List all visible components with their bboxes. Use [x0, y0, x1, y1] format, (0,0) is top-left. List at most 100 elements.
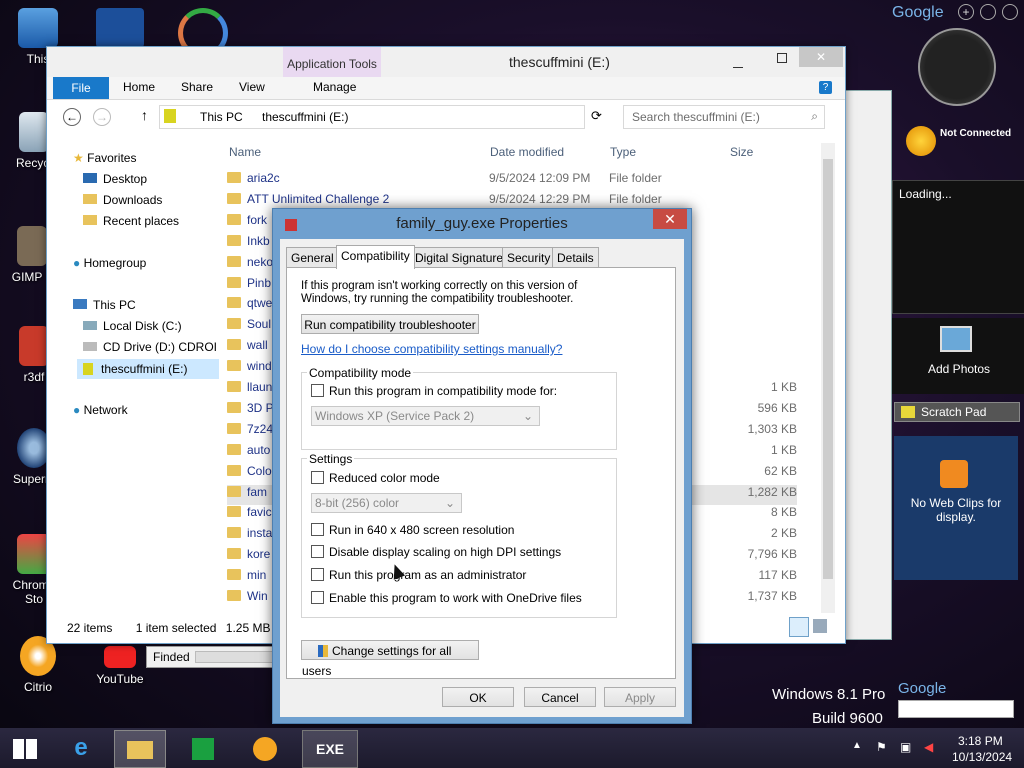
- ie-icon: e: [74, 734, 88, 761]
- tab-compatibility[interactable]: Compatibility: [336, 245, 415, 269]
- file-icon: [227, 360, 241, 372]
- file-type: File folder: [609, 191, 662, 206]
- compat-mode-select[interactable]: Windows XP (Service Pack 2) ⌄: [311, 406, 540, 426]
- tray-flag-icon[interactable]: ⚑: [876, 740, 887, 754]
- file-name: Soul: [247, 317, 272, 332]
- tab-view[interactable]: View: [239, 80, 265, 94]
- minimize-button[interactable]: [733, 53, 743, 68]
- taskbar-exe[interactable]: EXE: [302, 730, 358, 768]
- reduced-color-checkbox[interactable]: Reduced color mode: [311, 471, 440, 485]
- tab-file[interactable]: File: [53, 77, 109, 99]
- run-troubleshooter-button[interactable]: Run compatibility troubleshooter: [301, 314, 479, 334]
- file-size: 7,796 KB: [747, 547, 797, 562]
- scratch-pad-gadget[interactable]: Scratch Pad: [894, 402, 1020, 422]
- details-view-icon[interactable]: [789, 617, 809, 637]
- photos-gadget[interactable]: Add Photos: [892, 318, 1024, 394]
- large-icons-view-icon[interactable]: [813, 619, 827, 633]
- address-bar[interactable]: This PC thescuffmini (E:): [159, 105, 585, 129]
- file-name: fam: [247, 484, 268, 499]
- nav-downloads[interactable]: Downloads: [83, 193, 162, 207]
- vertical-scrollbar[interactable]: [821, 143, 835, 613]
- tab-details[interactable]: Details: [552, 247, 599, 268]
- tab-general[interactable]: General: [286, 247, 339, 268]
- desktop-app-icon[interactable]: [96, 8, 144, 48]
- recent-icon: [83, 215, 97, 225]
- column-size[interactable]: Size: [730, 145, 753, 159]
- nav-favorites[interactable]: ★ Favorites: [73, 151, 136, 165]
- file-size: 1 KB: [770, 380, 797, 394]
- ribbon-tabs: File Home Share View Manage ?: [47, 77, 845, 100]
- taskbar-citrio[interactable]: [240, 730, 290, 766]
- file-icon: [227, 527, 241, 539]
- help-icon[interactable]: ?: [819, 81, 832, 94]
- file-date: 9/5/2024 12:09 PM: [489, 171, 591, 185]
- finder-bar: Finded: [146, 646, 276, 668]
- file-type: File folder: [609, 171, 662, 185]
- refresh-icon[interactable]: ⟳: [591, 108, 602, 124]
- tab-share[interactable]: Share: [181, 80, 213, 94]
- google-search-input[interactable]: [898, 700, 1014, 718]
- run-as-admin-checkbox[interactable]: Run this program as an administrator: [311, 568, 526, 582]
- desktop-icon-citrio[interactable]: Citrio: [6, 636, 70, 694]
- column-date[interactable]: Date modified: [490, 145, 564, 159]
- how-choose-link[interactable]: How do I choose compatibility settings m…: [301, 342, 562, 356]
- ok-button[interactable]: OK: [442, 687, 514, 707]
- back-button[interactable]: ←: [63, 108, 81, 126]
- maximize-button[interactable]: [777, 53, 787, 63]
- taskbar-ie[interactable]: e: [56, 730, 106, 766]
- desktop-icon-youtube[interactable]: YouTube: [88, 646, 152, 686]
- nav-homegroup[interactable]: ● Homegroup: [73, 256, 146, 270]
- cancel-button[interactable]: Cancel: [524, 687, 596, 707]
- file-icon: [227, 422, 241, 434]
- file-size: 596 KB: [757, 400, 797, 415]
- tray-time[interactable]: 3:18 PM: [958, 734, 1003, 748]
- nav-cddrive[interactable]: CD Drive (D:) CDROI: [83, 340, 217, 354]
- close-button[interactable]: ✕: [799, 47, 843, 67]
- tab-digital-signatures[interactable]: Digital Signatures: [410, 247, 515, 268]
- table-row[interactable]: aria2c 9/5/2024 12:09 PM File folder: [227, 171, 797, 191]
- tab-security[interactable]: Security: [502, 247, 556, 268]
- tray-chevron-icon[interactable]: ▲: [852, 740, 862, 751]
- nav-network[interactable]: ● Network: [73, 403, 128, 417]
- apply-button[interactable]: Apply: [604, 687, 676, 707]
- window-title: thescuffmini (E:): [509, 54, 610, 70]
- status-items: 22 items: [67, 621, 113, 635]
- start-button[interactable]: [0, 730, 50, 766]
- compat-mode-checkbox[interactable]: Run this program in compatibility mode f…: [311, 384, 557, 398]
- nav-thispc[interactable]: This PC: [73, 298, 136, 312]
- desktop-icon: [83, 173, 97, 183]
- taskbar-explorer[interactable]: [114, 730, 166, 768]
- tray-network-icon[interactable]: ▣: [900, 740, 911, 754]
- gadget-add-icon[interactable]: +: [958, 4, 974, 20]
- onedrive-checkbox[interactable]: Enable this program to work with OneDriv…: [311, 591, 582, 605]
- tray-volume-icon[interactable]: ◀: [924, 740, 933, 754]
- search-input[interactable]: Search thescuffmini (E:) ⌕: [623, 105, 825, 129]
- dpi-scaling-checkbox[interactable]: Disable display scaling on high DPI sett…: [311, 545, 561, 559]
- column-name[interactable]: Name: [229, 145, 261, 159]
- file-name: qtwe: [247, 296, 273, 311]
- nav-desktop[interactable]: Desktop: [83, 172, 147, 186]
- dialog-close-button[interactable]: ✕: [653, 209, 687, 229]
- column-type[interactable]: Type: [610, 145, 636, 159]
- tab-home[interactable]: Home: [123, 80, 155, 94]
- forward-button[interactable]: →: [93, 108, 111, 126]
- nav-recent[interactable]: Recent places: [83, 214, 179, 228]
- tray-date[interactable]: 10/13/2024: [952, 750, 1012, 764]
- tab-manage[interactable]: Manage: [313, 80, 356, 94]
- gadget-close-icon[interactable]: [1002, 4, 1018, 20]
- file-size: 1 KB: [770, 442, 797, 457]
- change-all-users-button[interactable]: Change settings for all users: [301, 640, 479, 678]
- nav-thescuffmini[interactable]: thescuffmini (E:): [77, 359, 219, 379]
- not-connected-label: Not Connected: [940, 128, 1012, 139]
- scrollbar-thumb[interactable]: [823, 159, 833, 579]
- color-depth-select[interactable]: 8-bit (256) color ⌄: [311, 493, 462, 513]
- up-button[interactable]: ↑: [141, 107, 148, 123]
- taskbar-store[interactable]: [178, 730, 228, 766]
- res640-checkbox[interactable]: Run in 640 x 480 screen resolution: [311, 523, 514, 537]
- finder-label: Finded: [153, 650, 190, 664]
- address-drive[interactable]: thescuffmini (E:): [262, 110, 348, 124]
- nav-localdisk[interactable]: Local Disk (C:): [83, 319, 182, 333]
- address-thispc[interactable]: This PC: [200, 110, 243, 124]
- gadget-menu-icon[interactable]: [980, 4, 996, 20]
- google-search-gadget: Google: [896, 680, 1016, 720]
